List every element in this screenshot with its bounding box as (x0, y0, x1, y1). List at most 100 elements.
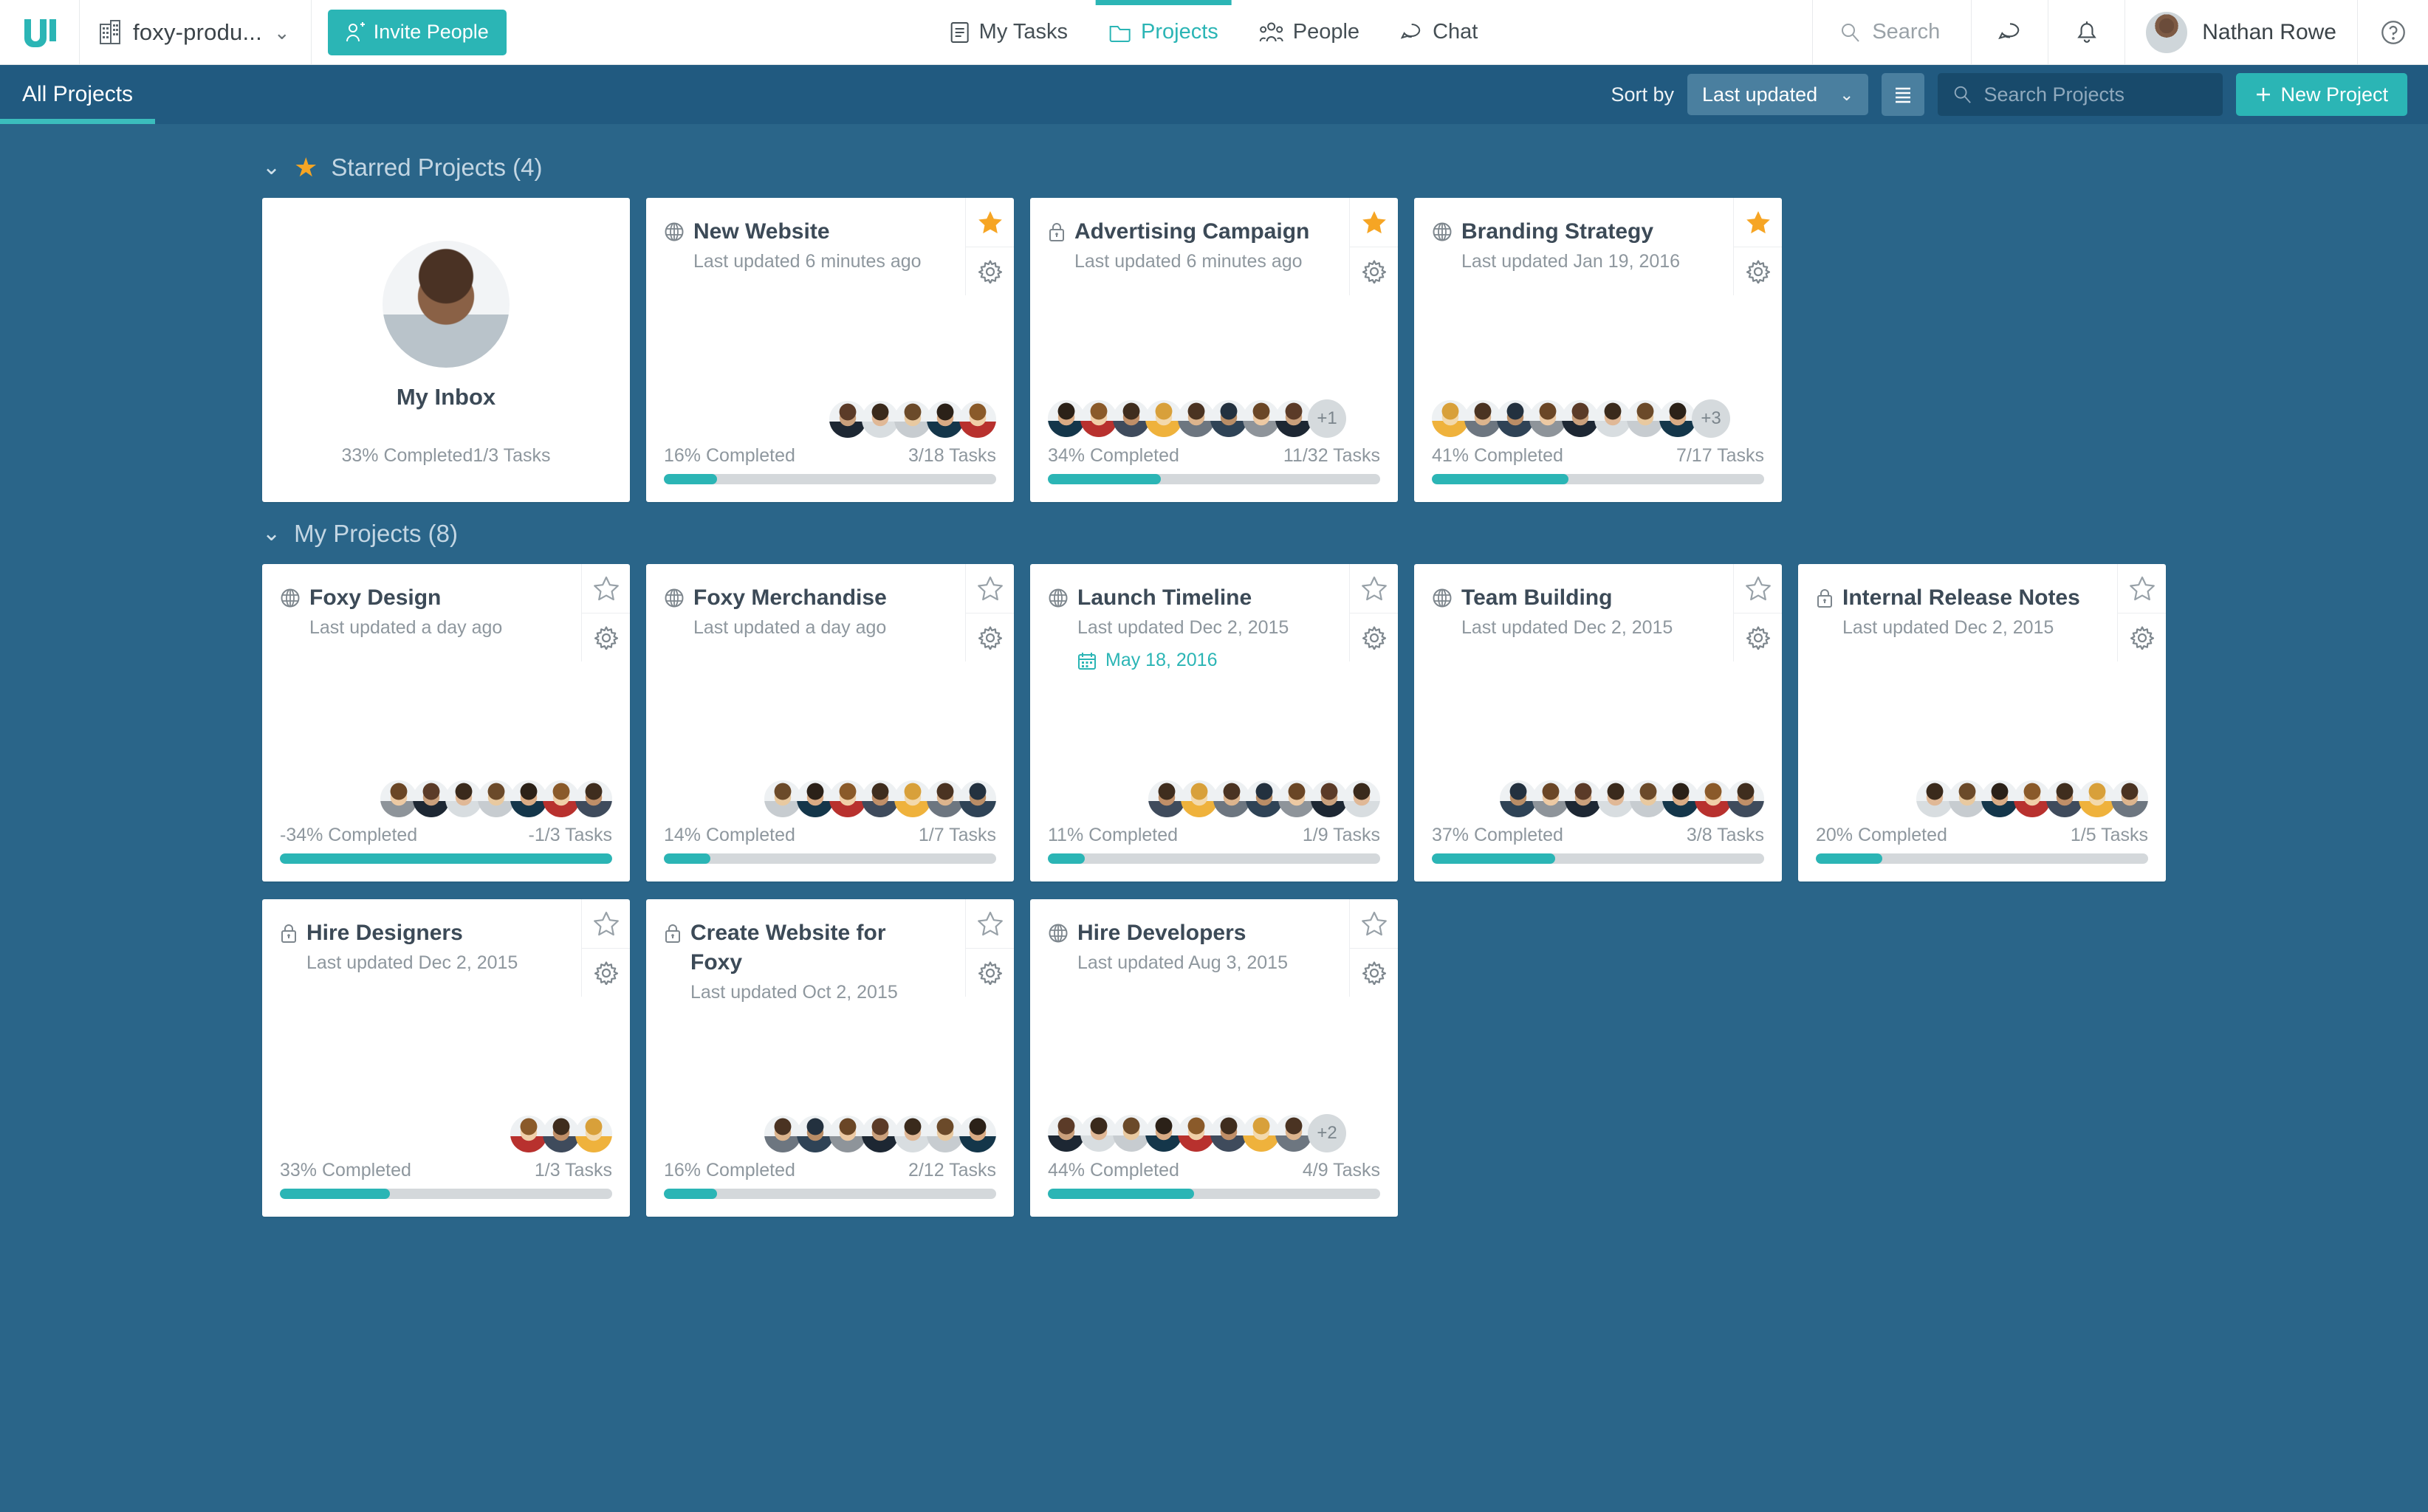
avatar[interactable] (1113, 400, 1150, 437)
project-card[interactable]: Team Building Last updated Dec 2, 2015 3… (1414, 564, 1782, 882)
avatar[interactable] (862, 401, 899, 438)
avatar[interactable] (1727, 780, 1764, 817)
avatar[interactable] (764, 1116, 801, 1152)
avatar[interactable] (1916, 780, 1953, 817)
avatar[interactable] (1497, 400, 1534, 437)
avatar[interactable] (1432, 400, 1469, 437)
project-star-button[interactable] (966, 198, 1014, 247)
project-card[interactable]: Create Website for Foxy Last updated Oct… (646, 899, 1014, 1217)
avatar[interactable] (894, 401, 931, 438)
avatar[interactable] (1695, 780, 1732, 817)
app-logo[interactable] (0, 0, 80, 64)
project-star-button[interactable] (1734, 198, 1782, 247)
avatar[interactable] (1597, 780, 1634, 817)
avatar[interactable] (2046, 780, 2083, 817)
avatar[interactable] (1981, 780, 2018, 817)
sort-by-select[interactable]: Last updated ⌄ (1687, 74, 1868, 115)
avatar[interactable] (959, 1116, 996, 1152)
avatar[interactable] (1243, 1115, 1280, 1152)
project-settings-button[interactable] (966, 613, 1014, 662)
avatar[interactable] (1278, 780, 1315, 817)
tab-all-projects[interactable]: All Projects (0, 65, 155, 124)
avatar[interactable] (1500, 780, 1537, 817)
avatar[interactable] (894, 1116, 931, 1152)
avatar[interactable] (829, 1116, 866, 1152)
avatar[interactable] (1659, 400, 1696, 437)
avatar[interactable] (797, 780, 834, 817)
project-star-button[interactable] (1734, 564, 1782, 613)
project-card[interactable]: Foxy Merchandise Last updated a day ago … (646, 564, 1014, 882)
avatar[interactable] (927, 780, 964, 817)
avatar[interactable] (380, 780, 417, 817)
avatar[interactable] (1662, 780, 1699, 817)
nav-item-projects[interactable]: Projects (1088, 0, 1239, 64)
avatar[interactable] (1594, 400, 1631, 437)
avatar[interactable] (1532, 780, 1569, 817)
avatar[interactable] (829, 780, 866, 817)
project-star-button[interactable] (966, 899, 1014, 948)
project-settings-button[interactable] (1734, 613, 1782, 662)
avatar-overflow-badge[interactable]: +1 (1308, 399, 1346, 438)
project-star-button[interactable] (1350, 899, 1398, 948)
avatar[interactable] (1562, 400, 1599, 437)
avatar[interactable] (1048, 1115, 1085, 1152)
avatar[interactable] (1178, 400, 1215, 437)
project-settings-button[interactable] (1734, 247, 1782, 295)
project-settings-button[interactable] (1350, 247, 1398, 295)
project-card[interactable]: Branding Strategy Last updated Jan 19, 2… (1414, 198, 1782, 502)
avatar[interactable] (1311, 780, 1348, 817)
avatar[interactable] (1210, 400, 1247, 437)
project-settings-button[interactable] (966, 247, 1014, 295)
avatar[interactable] (862, 780, 899, 817)
list-view-button[interactable] (1882, 73, 1924, 116)
avatar[interactable] (1210, 1115, 1247, 1152)
avatar[interactable] (1080, 400, 1117, 437)
invite-people-button[interactable]: Invite People (328, 10, 507, 55)
avatar[interactable] (478, 780, 515, 817)
avatar[interactable] (575, 1116, 612, 1152)
project-star-button[interactable] (966, 564, 1014, 613)
avatar[interactable] (959, 780, 996, 817)
avatar-overflow-badge[interactable]: +3 (1692, 399, 1730, 438)
avatar[interactable] (2014, 780, 2051, 817)
avatar[interactable] (1275, 1115, 1312, 1152)
avatar[interactable] (764, 780, 801, 817)
chat-button[interactable] (1971, 0, 2048, 64)
avatar[interactable] (894, 780, 931, 817)
project-card[interactable]: New Website Last updated 6 minutes ago 1… (646, 198, 1014, 502)
avatar[interactable] (829, 401, 866, 438)
project-settings-button[interactable] (1350, 613, 1398, 662)
avatar[interactable] (1627, 400, 1664, 437)
nav-item-chat[interactable]: Chat (1380, 0, 1498, 64)
project-settings-button[interactable] (582, 613, 630, 662)
avatar[interactable] (1113, 1115, 1150, 1152)
avatar[interactable] (927, 1116, 964, 1152)
project-card[interactable]: Launch Timeline Last updated Dec 2, 2015… (1030, 564, 1398, 882)
avatar[interactable] (1565, 780, 1602, 817)
notifications-button[interactable] (2048, 0, 2124, 64)
project-card[interactable]: Advertising Campaign Last updated 6 minu… (1030, 198, 1398, 502)
project-star-button[interactable] (1350, 564, 1398, 613)
avatar[interactable] (862, 1116, 899, 1152)
new-project-button[interactable]: New Project (2236, 73, 2407, 116)
project-settings-button[interactable] (966, 948, 1014, 997)
project-star-button[interactable] (1350, 198, 1398, 247)
avatar[interactable] (1145, 1115, 1182, 1152)
avatar[interactable] (2111, 780, 2148, 817)
avatar[interactable] (1343, 780, 1380, 817)
avatar[interactable] (1275, 400, 1312, 437)
avatar[interactable] (1148, 780, 1185, 817)
nav-item-my-tasks[interactable]: My Tasks (930, 0, 1088, 64)
section-header-0[interactable]: ⌄ ★ Starred Projects (4) (262, 154, 543, 182)
user-menu[interactable]: Nathan Rowe (2124, 0, 2357, 64)
project-card[interactable]: Foxy Design Last updated a day ago -34% … (262, 564, 630, 882)
avatar[interactable] (1080, 1115, 1117, 1152)
project-star-button[interactable] (2118, 564, 2166, 613)
avatar[interactable] (1464, 400, 1501, 437)
avatar[interactable] (1949, 780, 1986, 817)
avatar[interactable] (1246, 780, 1283, 817)
avatar[interactable] (1529, 400, 1566, 437)
avatar[interactable] (543, 780, 580, 817)
project-card[interactable]: Hire Designers Last updated Dec 2, 2015 … (262, 899, 630, 1217)
avatar[interactable] (510, 780, 547, 817)
